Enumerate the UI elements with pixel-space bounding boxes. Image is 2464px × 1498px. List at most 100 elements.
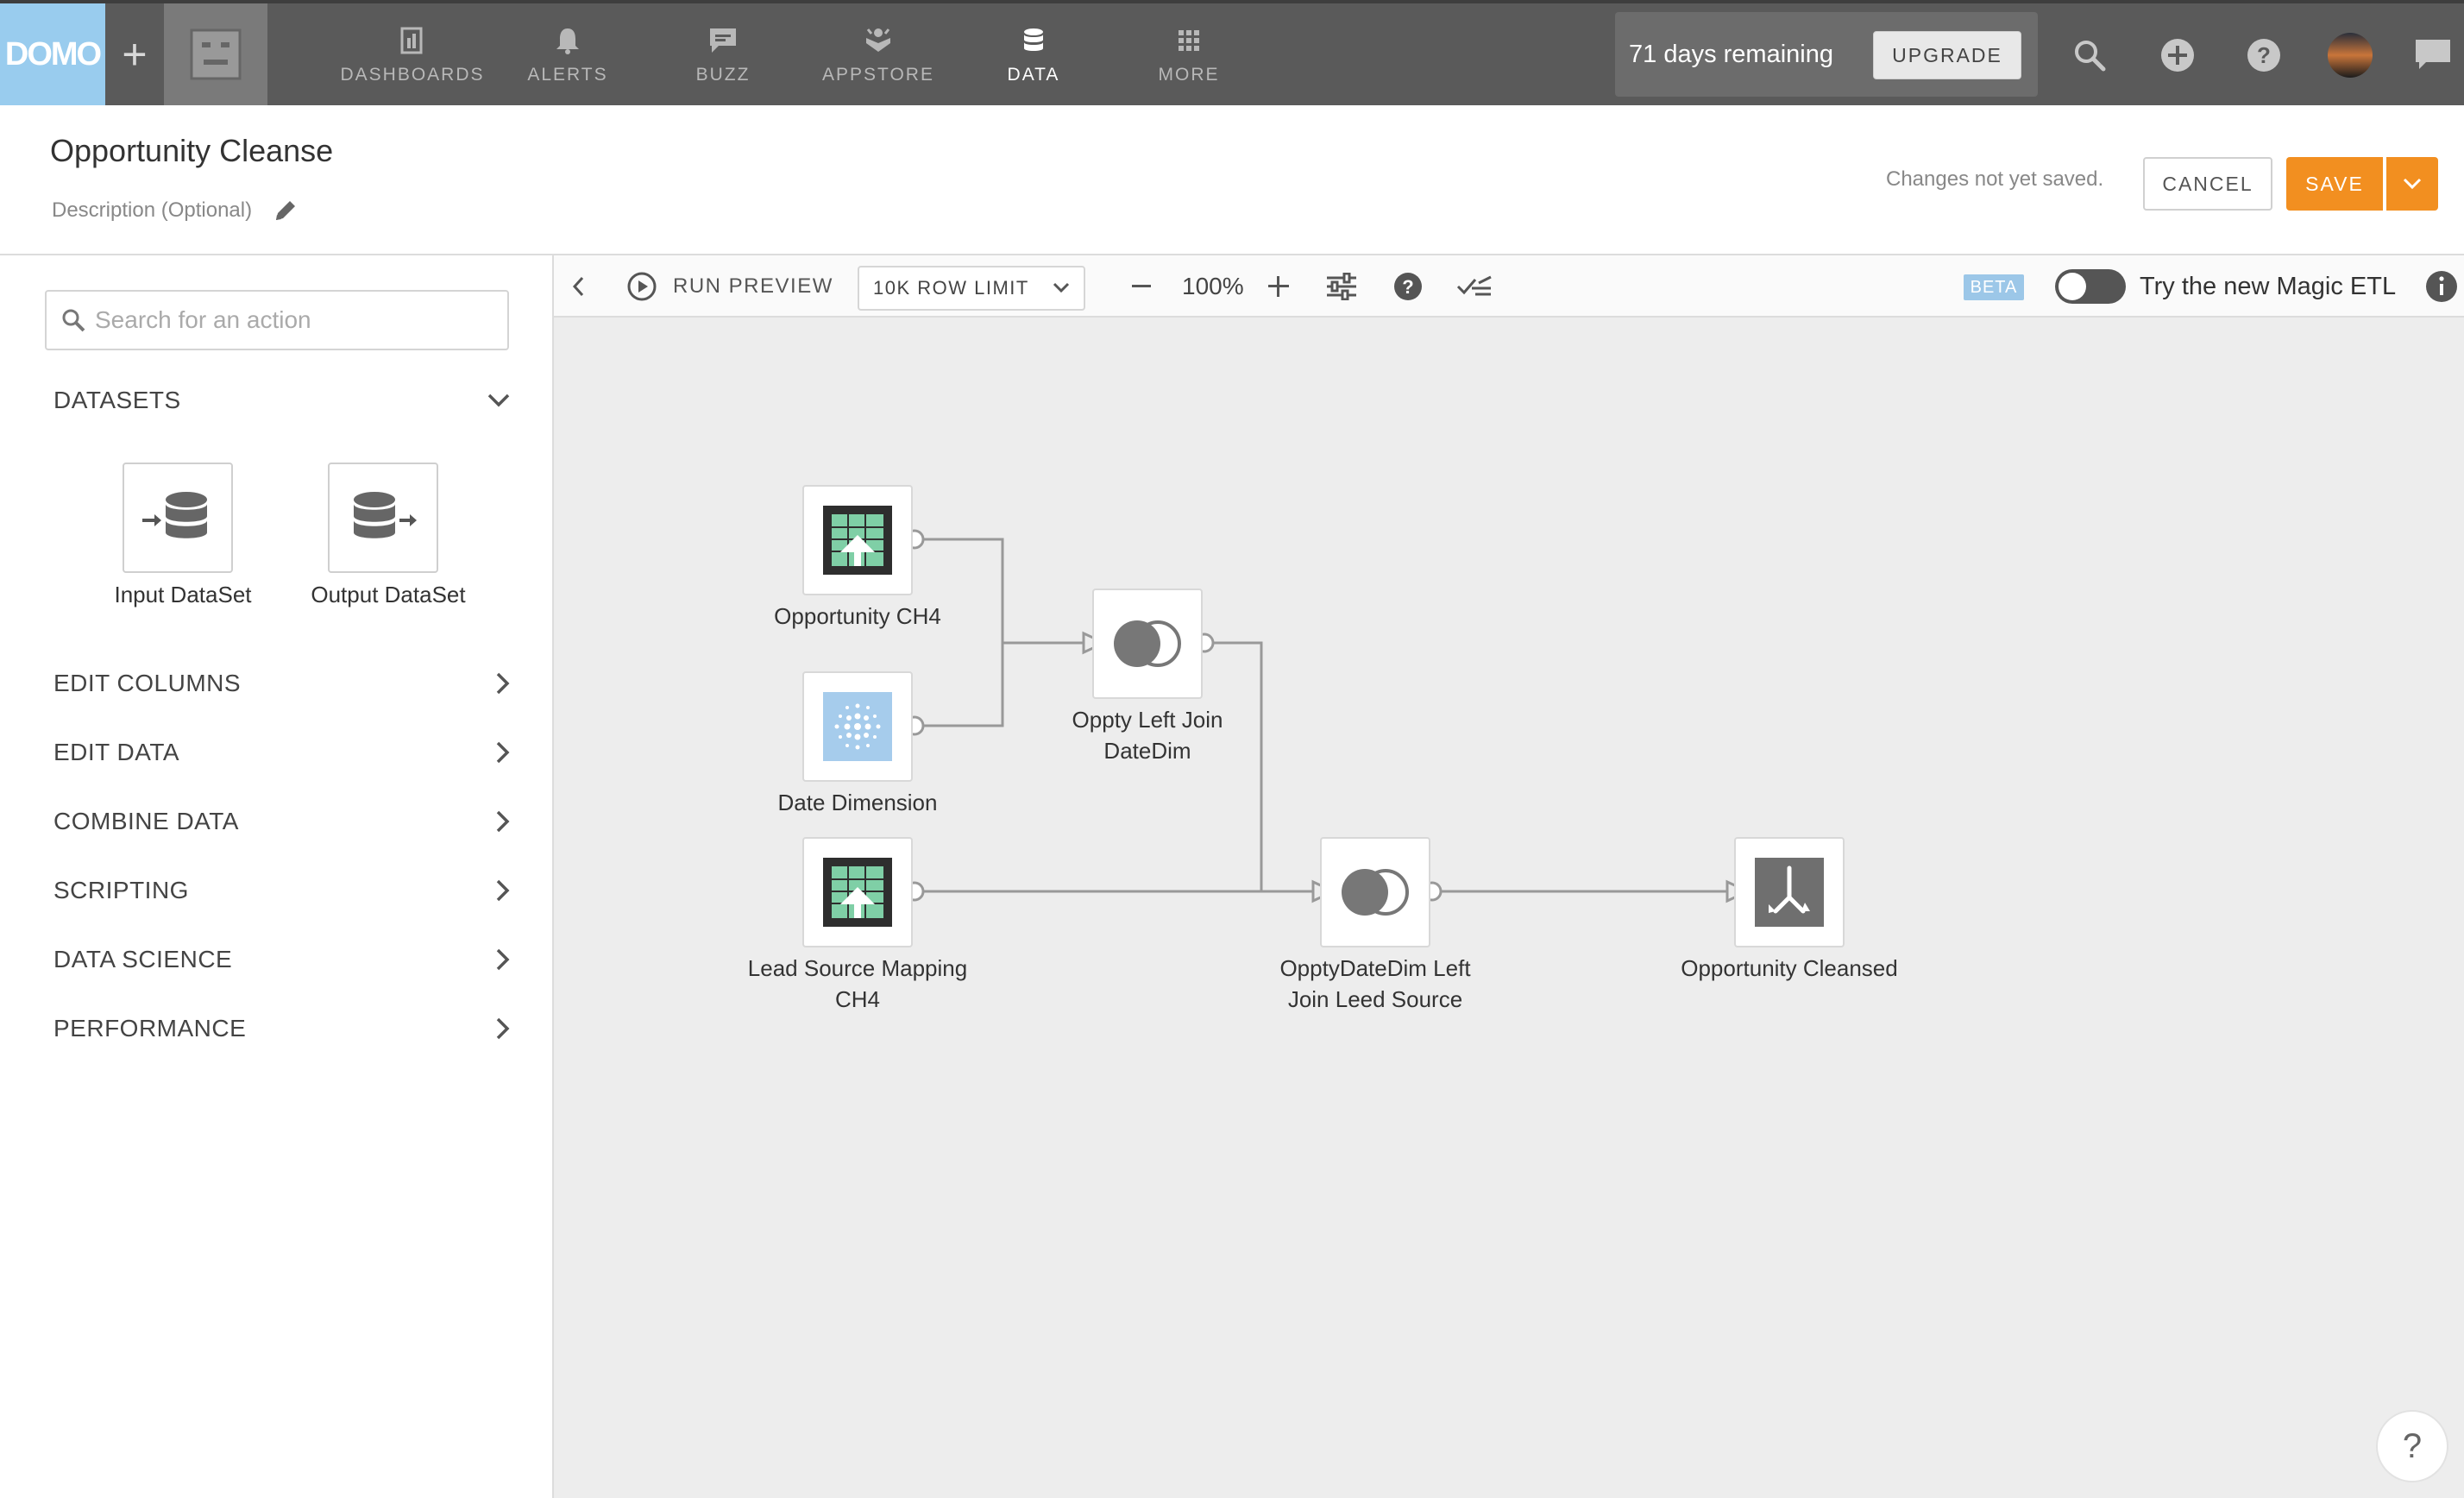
- output-dataset-tile[interactable]: [328, 463, 438, 573]
- chat-icon: [708, 23, 738, 58]
- save-status-text: Changes not yet saved.: [1886, 167, 2104, 191]
- info-button[interactable]: [2424, 255, 2459, 318]
- app-switcher-icon[interactable]: [164, 3, 267, 105]
- page-title[interactable]: Opportunity Cleanse: [50, 133, 333, 169]
- edit-columns-section[interactable]: EDIT COLUMNS: [53, 658, 511, 709]
- chevron-down-icon: [2403, 178, 2422, 190]
- nav-more[interactable]: MORE: [1111, 3, 1267, 105]
- add-circle-icon[interactable]: [2152, 29, 2203, 81]
- search-input[interactable]: [95, 306, 492, 334]
- scripting-section[interactable]: SCRIPTING: [53, 865, 511, 916]
- combine-data-section[interactable]: COMBINE DATA: [53, 796, 511, 847]
- data-science-section[interactable]: DATA SCIENCE: [53, 934, 511, 985]
- trial-banner: 71 days remaining UPGRADE: [1615, 12, 2038, 97]
- svg-text:?: ?: [2257, 42, 2271, 68]
- node-label: Lead Source Mapping CH4: [747, 955, 968, 1012]
- new-magic-etl-toggle[interactable]: [2055, 269, 2126, 304]
- bell-icon: [555, 23, 581, 58]
- node-opportunity-cleansed[interactable]: [1734, 837, 1845, 947]
- save-button[interactable]: SAVE: [2286, 157, 2383, 211]
- plus-icon: [1267, 274, 1291, 299]
- etl-canvas[interactable]: Opportunity CH4 Date Dimension Lead Sour…: [554, 318, 2464, 1498]
- help-floating-button[interactable]: ?: [2376, 1410, 2448, 1482]
- save-options-dropdown[interactable]: [2386, 157, 2438, 211]
- top-navigation-bar: DOMO + DASHBOARDS ALERTS BUZZ APPSTORE D…: [0, 0, 2464, 105]
- upgrade-button[interactable]: UPGRADE: [1873, 31, 2021, 79]
- edit-data-section[interactable]: EDIT DATA: [53, 727, 511, 778]
- cancel-button[interactable]: CANCEL: [2143, 157, 2272, 211]
- section-label: DATASETS: [53, 387, 181, 413]
- checklist-icon: [1456, 274, 1493, 299]
- section-label: DATA SCIENCE: [53, 946, 233, 972]
- chevron-left-icon: [571, 276, 585, 297]
- node-label: Date Dimension: [777, 790, 938, 815]
- node-oppty-left-join[interactable]: [1092, 588, 1203, 699]
- edge-join1-to-join2: [1204, 641, 1313, 893]
- search-icon[interactable]: [2064, 29, 2115, 81]
- row-limit-value: 10K ROW LIMIT: [873, 277, 1029, 299]
- zoom-out-button[interactable]: [1130, 255, 1153, 318]
- minus-icon: [1130, 275, 1153, 298]
- dashboards-icon: [399, 23, 425, 58]
- nav-buzz[interactable]: BUZZ: [645, 3, 801, 105]
- add-plus-icon[interactable]: +: [105, 3, 164, 105]
- node-opptydatedim-left-join[interactable]: [1320, 837, 1430, 947]
- page-header: Opportunity Cleanse Description (Optiona…: [0, 105, 2464, 255]
- pencil-icon[interactable]: [273, 198, 299, 223]
- nav-alerts[interactable]: ALERTS: [490, 3, 645, 105]
- trial-days-remaining: 71 days remaining: [1629, 41, 1833, 68]
- database-icon: [1022, 23, 1045, 58]
- avatar[interactable]: [2324, 29, 2376, 81]
- settings-button[interactable]: [1325, 255, 1358, 318]
- nav-appstore[interactable]: APPSTORE: [801, 3, 956, 105]
- node-label: Opportunity Cleansed: [1681, 955, 1898, 981]
- zoom-in-button[interactable]: [1267, 255, 1291, 318]
- nav-data[interactable]: DATA: [956, 3, 1111, 105]
- node-opportunity-ch4[interactable]: [802, 485, 913, 595]
- section-label: EDIT COLUMNS: [53, 670, 242, 696]
- left-join-icon: [1339, 866, 1411, 918]
- input-dataset-label: Input DataSet: [114, 582, 252, 607]
- performance-section[interactable]: PERFORMANCE: [53, 1003, 511, 1054]
- input-dataset-table-icon: [823, 506, 892, 575]
- row-limit-select[interactable]: 10K ROW LIMIT: [858, 266, 1085, 311]
- domo-logo[interactable]: DOMO: [0, 3, 105, 105]
- help-circle-icon[interactable]: ?: [2238, 29, 2290, 81]
- chevron-right-icon: [495, 809, 511, 834]
- toggle-knob: [2059, 273, 2086, 300]
- actions-sidebar: DATASETS Input DataSet Output DataSet: [0, 255, 554, 1498]
- input-dataset-table-icon: [823, 858, 892, 927]
- description-field[interactable]: Description (Optional): [52, 198, 299, 223]
- nav-label: BUZZ: [695, 65, 751, 85]
- section-label: SCRIPTING: [53, 877, 189, 903]
- date-dimension-icon: [823, 692, 892, 761]
- collapse-sidebar-button[interactable]: [571, 255, 585, 318]
- node-lead-source-mapping[interactable]: [802, 837, 913, 947]
- input-dataset-icon: [139, 488, 217, 548]
- section-label: EDIT DATA: [53, 739, 180, 765]
- chevron-right-icon: [495, 671, 511, 696]
- nav-label: MORE: [1158, 65, 1220, 85]
- chevron-right-icon: [495, 947, 511, 972]
- toolbar-help-button[interactable]: ?: [1392, 255, 1424, 318]
- run-preview-button[interactable]: RUN PREVIEW: [626, 255, 833, 318]
- nav-dashboards[interactable]: DASHBOARDS: [335, 3, 490, 105]
- chevron-right-icon: [495, 1016, 511, 1041]
- play-circle-icon: [626, 271, 657, 302]
- info-icon: [2424, 269, 2459, 304]
- input-dataset-tile[interactable]: [123, 463, 233, 573]
- nav-label: DASHBOARDS: [340, 65, 485, 85]
- canvas-toolbar: RUN PREVIEW 10K ROW LIMIT 100% ? BETA Tr…: [554, 255, 2464, 318]
- validate-button[interactable]: [1456, 255, 1493, 318]
- datasets-section-header[interactable]: DATASETS: [53, 374, 511, 426]
- nav-label: APPSTORE: [822, 65, 934, 85]
- section-label: COMBINE DATA: [53, 808, 239, 834]
- node-label: Oppty Left Join DateDim: [1072, 707, 1223, 764]
- sliders-icon: [1325, 273, 1358, 300]
- chevron-right-icon: [495, 740, 511, 765]
- beta-badge: BETA: [1964, 274, 2024, 300]
- messages-icon[interactable]: [2407, 29, 2459, 81]
- node-date-dimension[interactable]: [802, 671, 913, 782]
- output-dataset-icon: [1755, 858, 1824, 927]
- zoom-value: 100%: [1182, 273, 1244, 299]
